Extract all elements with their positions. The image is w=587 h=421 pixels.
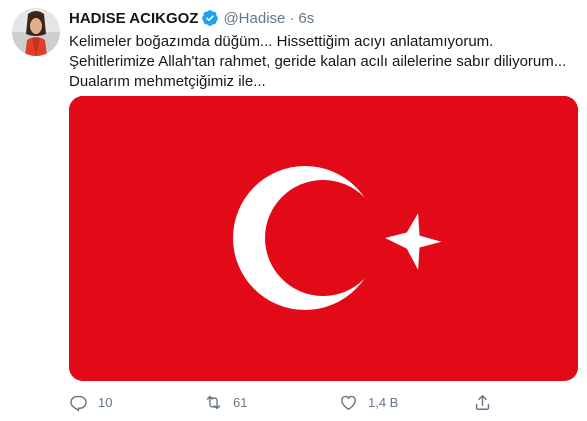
tweet-text: Kelimeler boğazımda düğüm... Hissettiğim… <box>69 33 567 90</box>
tweet-actions: 10 61 1,4 B <box>69 390 579 414</box>
like-button[interactable]: 1,4 B <box>339 393 398 412</box>
retweet-count: 61 <box>233 394 248 410</box>
turkish-flag-icon <box>69 96 578 381</box>
display-name[interactable]: HADISE ACIKGOZ <box>69 10 198 27</box>
separator-dot: · <box>289 9 295 27</box>
retweet-button[interactable]: 61 <box>204 393 247 412</box>
tweet-header: HADISE ACIKGOZ @Hadise · 6s <box>69 8 314 28</box>
avatar-photo <box>12 8 60 56</box>
tweet-media-image[interactable] <box>69 96 578 381</box>
share-button[interactable] <box>473 393 492 412</box>
timestamp[interactable]: 6s <box>298 10 314 27</box>
retweet-icon <box>206 395 221 409</box>
like-count: 1,4 B <box>368 394 399 410</box>
share-icon <box>475 394 490 410</box>
handle[interactable]: @Hadise <box>223 10 285 27</box>
tweet[interactable]: HADISE ACIKGOZ @Hadise · 6s Kelimeler bo… <box>0 0 587 421</box>
reply-count: 10 <box>98 394 113 410</box>
heart-icon <box>341 395 356 410</box>
reply-icon <box>70 395 87 412</box>
verified-badge-icon <box>201 9 219 27</box>
reply-button[interactable]: 10 <box>69 393 112 412</box>
avatar[interactable] <box>12 8 60 56</box>
